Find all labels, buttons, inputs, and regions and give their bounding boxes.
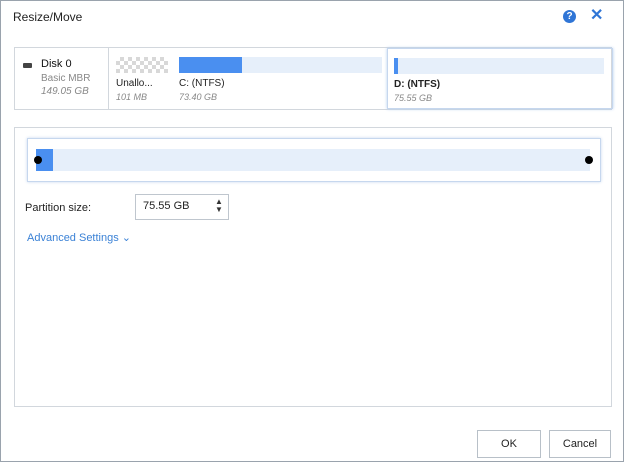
partition-bar <box>179 57 382 73</box>
partition-used-fill <box>179 57 242 73</box>
disk-drive-icon <box>23 63 32 68</box>
resize-slider[interactable] <box>27 138 601 182</box>
resize-track[interactable] <box>36 149 590 171</box>
dialog-title: Resize/Move <box>13 10 83 24</box>
disk-name: Disk 0 <box>41 58 72 70</box>
partition-name: C: (NTFS) <box>179 78 225 89</box>
partition-name: D: (NTFS) <box>394 79 441 90</box>
partition-bar <box>394 58 604 74</box>
partition-size-value[interactable]: 75.55 GB <box>143 200 189 212</box>
advanced-settings-label: Advanced Settings <box>27 232 119 244</box>
partition-size-label: Partition size: <box>25 202 92 214</box>
partition-d[interactable]: D: (NTFS) 75.55 GB <box>387 48 613 109</box>
partition-size: 101 MB <box>116 92 148 102</box>
partition-unallocated[interactable]: Unallo... 101 MB <box>110 48 174 109</box>
disk-map: Disk 0 Basic MBR 149.05 GB Unallo... 101… <box>14 47 613 110</box>
partition-used-fill <box>394 58 399 74</box>
disk-info: Disk 0 Basic MBR 149.05 GB <box>15 48 109 109</box>
resize-move-dialog: Resize/Move ? ✕ Disk 0 Basic MBR 149.05 … <box>0 0 624 462</box>
advanced-settings-link[interactable]: Advanced Settings ⌄ <box>27 231 131 244</box>
disk-size: 149.05 GB <box>41 86 89 97</box>
close-icon[interactable]: ✕ <box>590 6 603 26</box>
partition-size: 73.40 GB <box>179 92 218 102</box>
resize-panel: Partition size: 75.55 GB ▲ ▼ Advanced Set… <box>14 127 612 407</box>
help-icon[interactable]: ? <box>563 10 576 23</box>
partition-size-input[interactable]: 75.55 GB ▲ ▼ <box>135 194 229 220</box>
left-resize-handle[interactable] <box>34 156 42 164</box>
disk-type: Basic MBR <box>41 73 91 84</box>
partition-bar <box>116 57 168 73</box>
chevron-down-icon: ⌄ <box>121 232 132 244</box>
spinner-icon[interactable]: ▲ ▼ <box>215 198 223 214</box>
partition-c[interactable]: C: (NTFS) 73.40 GB <box>173 48 385 109</box>
cancel-button[interactable]: Cancel <box>549 430 611 458</box>
ok-button[interactable]: OK <box>477 430 541 458</box>
partition-name: Unallo... <box>116 78 153 89</box>
right-resize-handle[interactable] <box>585 156 593 164</box>
partition-size: 75.55 GB <box>394 93 433 103</box>
